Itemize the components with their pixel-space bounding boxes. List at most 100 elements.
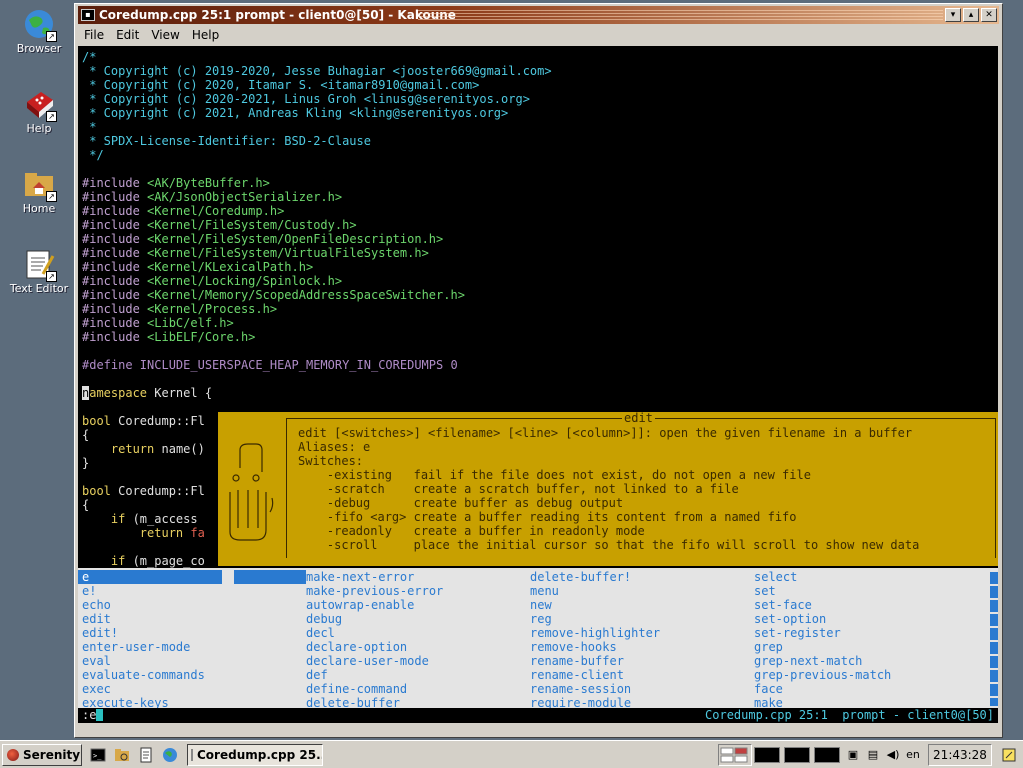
start-label: Serenity [23,748,81,762]
completion-item[interactable]: make-next-error [306,570,443,584]
code-line: #include <Kernel/Coredump.h> [82,204,285,218]
completion-item[interactable]: edit [82,612,222,626]
completion-item[interactable]: declare-user-mode [306,654,443,668]
maximize-button[interactable]: ▴ [963,8,979,22]
completion-item[interactable]: set-register [754,626,891,640]
completion-item[interactable]: grep-next-match [754,654,891,668]
completion-item[interactable]: eval [82,654,222,668]
scroll-marker[interactable] [990,684,998,696]
completion-item[interactable]: exec [82,682,222,696]
clock[interactable]: 21:43:28 [928,744,992,766]
completion-item[interactable]: evaluate-commands [82,668,222,682]
terminal-icon [191,749,193,761]
network-icon[interactable]: ▣ [846,748,860,762]
completion-item[interactable]: set [754,584,891,598]
text-editor-launch-icon[interactable] [138,747,154,763]
completion-item[interactable]: set-option [754,612,891,626]
completion-item[interactable]: e [78,570,222,584]
taskbar: Serenity >_ Coredump.cpp 25... ▣ ▤ ◀) en… [0,740,1023,768]
code-line: if (m_access [110,512,198,526]
desktop-icon-text-editor[interactable]: ↗ Text Editor [0,248,78,295]
completion-item[interactable]: enter-user-mode [82,640,222,654]
completion-item[interactable]: debug [306,612,443,626]
popup-line: -readonly create a buffer in readonly mo… [298,524,645,538]
code-line: if (m_page_co [110,554,205,568]
scroll-marker[interactable] [990,628,998,640]
prompt-cursor [96,709,104,721]
file-manager-launch-icon[interactable] [114,747,130,763]
completion-item[interactable]: remove-hooks [530,640,660,654]
task-label: Coredump.cpp 25... [197,748,323,762]
popup-line: -existing fail if the file does not exis… [298,468,811,482]
desktop-icon-label: Help [26,122,52,135]
completion-item[interactable]: set-face [754,598,891,612]
completion-item[interactable]: select [754,570,891,584]
scroll-marker[interactable] [990,614,998,626]
menu-help[interactable]: Help [186,28,225,42]
menu-file[interactable]: File [78,28,110,42]
workspace-switcher[interactable] [718,744,752,766]
code-line: */ [82,148,104,162]
completion-menu[interactable]: e e! echo edit edit! enter-user-mode eval evalu… [78,568,998,710]
terminal-launch-icon[interactable]: >_ [90,747,106,763]
desktop-icon-browser[interactable]: ↗ Browser [0,8,78,55]
terminal-area[interactable]: /* * Copyright (c) 2019-2020, Jesse Buha… [78,46,998,723]
close-button[interactable]: ✕ [981,8,997,22]
volume-icon[interactable]: ◀) [886,748,900,762]
completion-item[interactable]: edit! [82,626,222,640]
menu-edit[interactable]: Edit [110,28,145,42]
assistant-icon [226,442,276,542]
completion-item[interactable]: declare-option [306,640,443,654]
window-titlebar[interactable]: ▪ Coredump.cpp 25:1 prompt - client0@[50… [78,6,999,24]
completion-item[interactable]: menu [530,584,660,598]
code-line: * [82,120,97,134]
clipboard-icon[interactable]: ▤ [866,748,880,762]
keymap-indicator[interactable]: en [904,748,922,762]
scroll-marker[interactable] [990,656,998,668]
completion-item[interactable]: grep [754,640,891,654]
scroll-marker[interactable] [990,572,998,584]
completion-item[interactable]: make-previous-error [306,584,443,598]
command-prompt[interactable]: :e [82,708,104,723]
completion-item[interactable]: rename-buffer [530,654,660,668]
desktop-icon-home[interactable]: ↗ Home [0,168,78,215]
scroll-marker[interactable] [990,600,998,612]
scroll-marker[interactable] [990,642,998,654]
code-line: { [82,428,90,442]
completion-item[interactable]: e! [82,584,222,598]
scroll-marker[interactable] [990,586,998,598]
scroll-marker[interactable] [990,670,998,682]
completion-item[interactable]: remove-highlighter [530,626,660,640]
scroll-marker[interactable] [990,698,998,706]
completion-item[interactable]: face [754,682,891,696]
browser-launch-icon[interactable] [162,747,178,763]
completion-item[interactable]: rename-session [530,682,660,696]
completion-item[interactable]: delete-buffer! [530,570,660,584]
code-line: /* [82,50,97,64]
terminal-icon: ▪ [81,9,95,21]
completion-column: e e! echo edit edit! enter-user-mode eval evalu… [78,570,222,710]
kakoune-window: ▪ Coredump.cpp 25:1 prompt - client0@[50… [74,3,1003,738]
completion-item[interactable]: rename-client [530,668,660,682]
network-graph[interactable] [814,747,840,763]
completion-item[interactable]: autowrap-enable [306,598,443,612]
completion-item[interactable]: grep-previous-match [754,668,891,682]
cpu-graph[interactable] [754,747,780,763]
memory-graph[interactable] [784,747,810,763]
completion-item[interactable]: reg [530,612,660,626]
minimize-button[interactable]: ▾ [945,8,961,22]
code-line: #include <LibC/elf.h> [82,316,234,330]
taskbar-window-button[interactable]: Coredump.cpp 25... [187,744,323,766]
completion-item[interactable]: def [306,668,443,682]
completion-item[interactable]: echo [82,598,222,612]
start-button[interactable]: Serenity [2,744,82,766]
completion-item[interactable]: new [530,598,660,612]
info-popup: edit edit [<switches>] <filename> [<line… [218,412,998,566]
menu-view[interactable]: View [145,28,185,42]
desktop-icon-help[interactable]: ↗ Help [0,88,78,135]
completion-item[interactable]: decl [306,626,443,640]
completion-item[interactable]: define-command [306,682,443,696]
completion-column: select set set-face set-option set-register g… [754,570,891,710]
notes-icon[interactable] [1002,748,1016,762]
popup-line: edit [<switches>] <filename> [<line> [<c… [298,426,913,440]
